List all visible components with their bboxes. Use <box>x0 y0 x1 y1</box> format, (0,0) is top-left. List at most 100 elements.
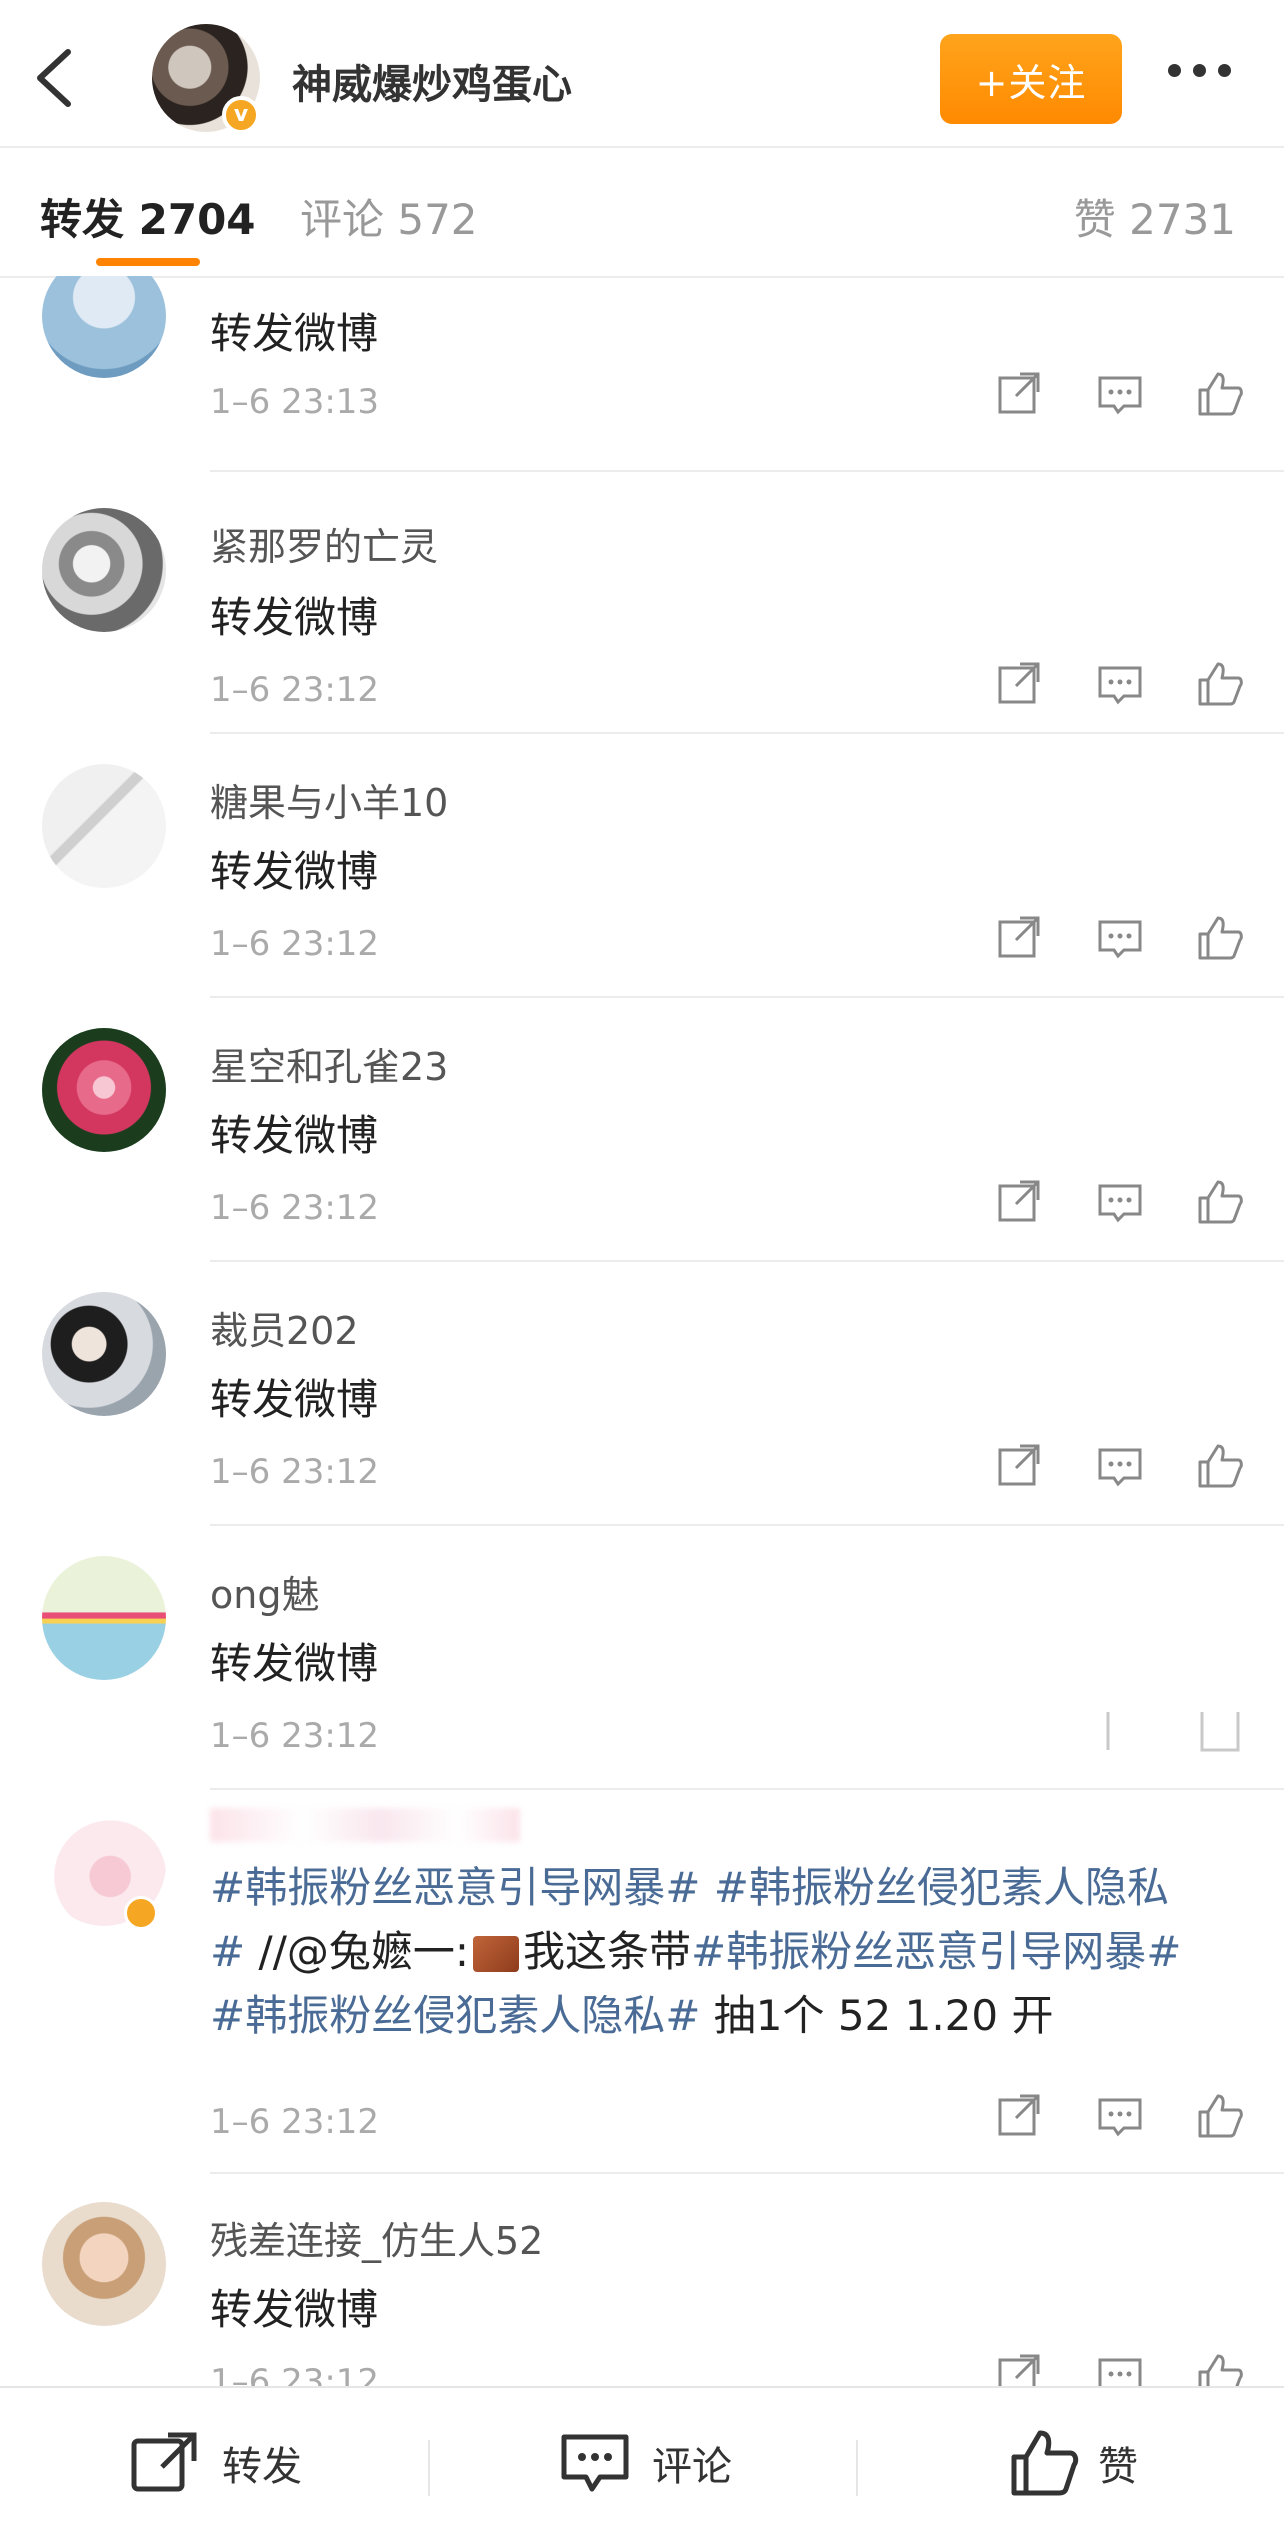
username[interactable]: 紧那罗的亡灵 <box>210 516 438 571</box>
timestamp: 1–6 23:12 <box>210 2102 380 2142</box>
repost-text: 转发微博 <box>210 593 379 642</box>
like-icon[interactable] <box>1194 2090 1246 2142</box>
share-icon[interactable] <box>994 1440 1046 1492</box>
hashtag-link[interactable]: #韩振粉丝侵犯素人隐私# <box>210 1991 700 2040</box>
repost-text: #韩振粉丝恶意引导网暴# #韩振粉丝侵犯素人隐私 # //@兔嬷一: 我这条带#韩… <box>210 1856 1260 2048</box>
avatar[interactable] <box>42 1556 166 1680</box>
verified-badge: v <box>222 96 260 134</box>
username[interactable]: 残差连接_仿生人52 <box>210 2210 543 2265</box>
list-item[interactable]: ong魅 转发微博 1–6 23:12 <box>0 1526 1284 1790</box>
follow-button[interactable]: +关注 <box>940 34 1122 124</box>
like-icon[interactable] <box>1194 912 1246 964</box>
like-button[interactable]: 赞 <box>1010 2388 1138 2538</box>
share-icon[interactable] <box>994 1176 1046 1228</box>
comment-icon[interactable] <box>1094 2350 1146 2386</box>
repost-text: 转发微博 <box>210 309 379 358</box>
avatar[interactable] <box>42 508 166 632</box>
action-group <box>994 1176 1254 1236</box>
like-icon <box>1011 2430 1079 2496</box>
share-icon <box>131 2432 197 2492</box>
comment-button[interactable]: 评论 <box>560 2388 732 2538</box>
list-item[interactable]: 星空和孔雀23 转发微博 1–6 23:12 <box>0 998 1284 1262</box>
comment-icon[interactable] <box>1094 912 1146 964</box>
comment-icon[interactable] <box>1094 1440 1146 1492</box>
share-icon[interactable] <box>994 2350 1046 2386</box>
like-label: 赞 <box>1098 2444 1138 2490</box>
top-bar: v 神威爆炒鸡蛋心 +关注 <box>0 0 1284 148</box>
comment-icon[interactable] <box>1094 1704 1146 1756</box>
comment-icon[interactable] <box>1094 1176 1146 1228</box>
post-text: 我这条带 <box>523 1927 692 1976</box>
share-icon[interactable] <box>994 658 1046 710</box>
list-item[interactable]: 残差连接_仿生人52 转发微博 1–6 23:12 <box>0 2174 1284 2386</box>
brick-emoji-icon <box>473 1936 520 1972</box>
username-blurred[interactable] <box>210 1808 520 1842</box>
verified-badge <box>124 1896 158 1930</box>
divider <box>428 2440 430 2496</box>
timestamp: 1–6 23:12 <box>210 924 380 964</box>
comment-icon[interactable] <box>1094 368 1146 420</box>
avatar[interactable] <box>42 276 166 378</box>
list-item[interactable]: 转发微博 1–6 23:13 <box>0 276 1284 472</box>
list-item[interactable]: 裁员202 转发微博 1–6 23:12 <box>0 1262 1284 1526</box>
repost-text: 转发微博 <box>210 2285 379 2334</box>
timestamp: 1–6 23:13 <box>210 382 380 422</box>
like-icon[interactable] <box>1194 1176 1246 1228</box>
mention-text[interactable]: //@兔嬷一: <box>245 1927 469 1976</box>
username[interactable]: 星空和孔雀23 <box>210 1036 448 1091</box>
comment-icon[interactable] <box>1094 658 1146 710</box>
like-icon[interactable] <box>1194 368 1246 420</box>
timestamp: 1–6 23:12 <box>210 2362 380 2386</box>
tab-like[interactable]: 赞 2731 <box>1074 186 1236 247</box>
list-item[interactable]: #韩振粉丝恶意引导网暴# #韩振粉丝侵犯素人隐私 # //@兔嬷一: 我这条带#韩… <box>0 1790 1284 2174</box>
more-options-icon[interactable] <box>1168 62 1248 90</box>
timestamp: 1–6 23:12 <box>210 1188 380 1228</box>
repost-text: 转发微博 <box>210 1111 379 1160</box>
action-group <box>994 2350 1254 2386</box>
avatar[interactable] <box>42 1028 166 1152</box>
avatar[interactable] <box>42 1292 166 1416</box>
tab-repost[interactable]: 转发 2704 <box>40 186 256 247</box>
timestamp: 1–6 23:12 <box>210 1452 380 1492</box>
hashtag-link[interactable]: #韩振粉丝侵犯素人隐私 <box>714 1863 1169 1912</box>
post-text: 抽1个 52 1.20 开 <box>700 1991 1054 2040</box>
list-item[interactable]: 紧那罗的亡灵 转发微博 1–6 23:12 <box>0 472 1284 734</box>
active-tab-indicator <box>96 258 200 266</box>
comment-icon <box>561 2434 629 2492</box>
bottom-action-bar: 转发 评论 赞 <box>0 2386 1284 2538</box>
like-icon[interactable] <box>1194 2350 1246 2386</box>
hashtag-link[interactable]: # <box>210 1927 245 1976</box>
comment-icon[interactable] <box>1094 2090 1146 2142</box>
timestamp: 1–6 23:12 <box>210 670 380 710</box>
hashtag-link[interactable]: #韩振粉丝恶意引导网暴# <box>691 1927 1181 1976</box>
avatar[interactable] <box>42 764 166 888</box>
action-group <box>994 658 1254 718</box>
action-group <box>994 912 1254 972</box>
repost-text: 转发微博 <box>210 1639 379 1688</box>
username[interactable]: ong魅 <box>210 1564 319 1619</box>
page-title[interactable]: 神威爆炒鸡蛋心 <box>292 52 572 110</box>
share-icon[interactable] <box>994 2090 1046 2142</box>
action-group <box>994 1440 1254 1500</box>
username[interactable]: 裁员202 <box>210 1300 359 1355</box>
action-group <box>994 368 1254 428</box>
tab-comment[interactable]: 评论 572 <box>300 186 478 247</box>
like-icon[interactable] <box>1194 1440 1246 1492</box>
repost-text: 转发微博 <box>210 1375 379 1424</box>
repost-button[interactable]: 转发 <box>130 2388 302 2538</box>
username[interactable]: 糖果与小羊10 <box>210 772 448 827</box>
repost-label: 转发 <box>222 2444 302 2490</box>
tab-bar: 转发 2704 评论 572 赞 2731 <box>0 148 1284 278</box>
hashtag-link[interactable]: #韩振粉丝恶意引导网暴# <box>210 1863 700 1912</box>
action-group <box>994 1704 1254 1764</box>
like-icon[interactable] <box>1194 658 1246 710</box>
avatar[interactable] <box>42 2202 166 2326</box>
like-icon[interactable] <box>1194 1704 1246 1756</box>
back-button[interactable] <box>28 40 88 116</box>
share-icon[interactable] <box>994 912 1046 964</box>
timestamp: 1–6 23:12 <box>210 1716 380 1756</box>
repost-text: 转发微博 <box>210 847 379 896</box>
list-item[interactable]: 糖果与小羊10 转发微博 1–6 23:12 <box>0 734 1284 998</box>
repost-list[interactable]: 转发微博 1–6 23:13 紧那罗的亡灵 转发微博 1–6 23:12 糖果与… <box>0 276 1284 2386</box>
share-icon[interactable] <box>994 368 1046 420</box>
